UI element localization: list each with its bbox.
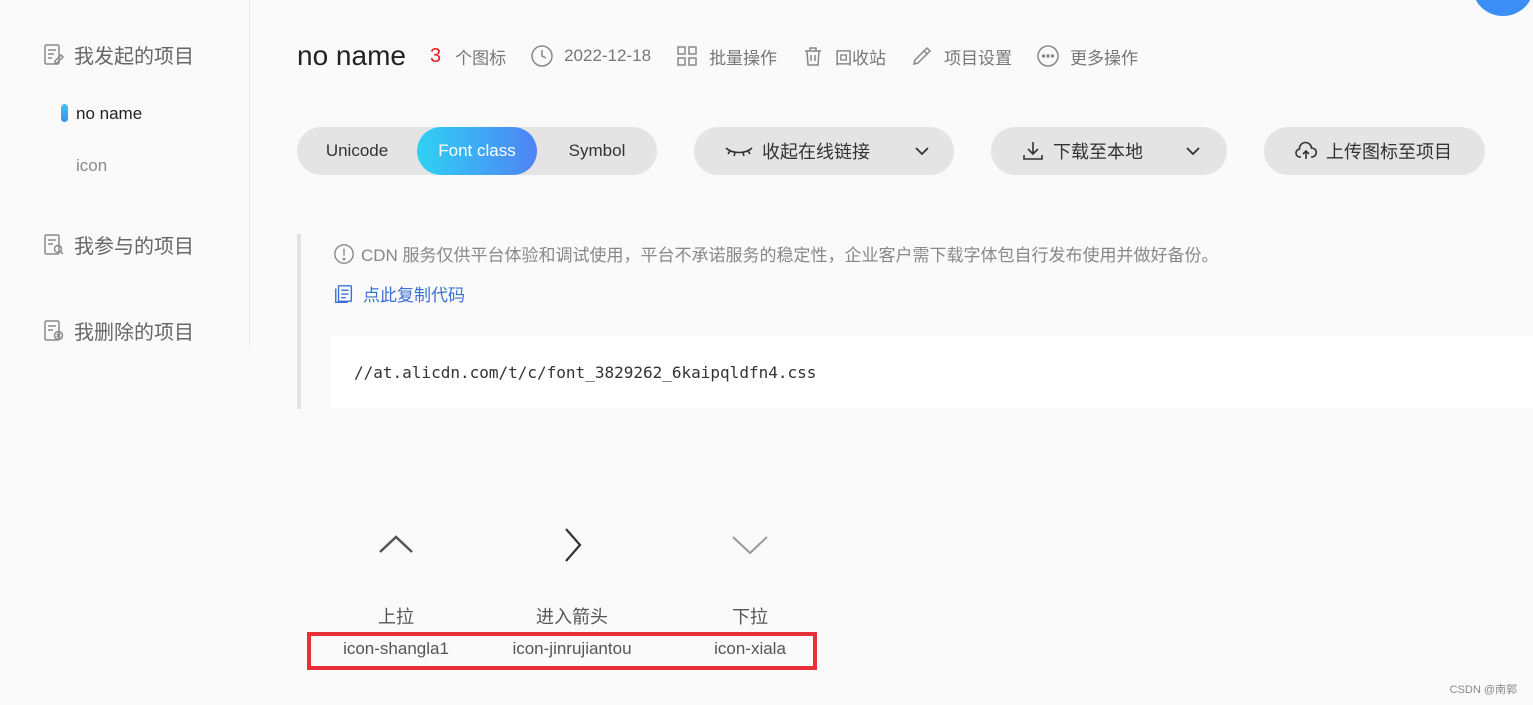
sidebar-item-label: 我发起的项目 [74,46,194,68]
download-icon [1023,142,1043,160]
tab-unicode[interactable]: Unicode [297,127,417,175]
more-icon [1037,45,1059,67]
cloud-upload-icon [1295,141,1318,159]
active-project-marker [61,104,68,122]
upload-label: 上传图标至项目 [1326,142,1452,162]
sidebar-item-label: 我参与的项目 [74,236,194,258]
project-header: no name 3 个图标 2022-12-18 批量操作 回收站 项目设置 更… [297,36,1138,76]
code-block[interactable]: //at.alicdn.com/t/c/font_3829262_6kaipql… [331,336,1533,408]
tab-font-class[interactable]: Font class [417,127,537,175]
project-settings-button[interactable]: 项目设置 [910,44,1012,69]
collapse-online-link-button[interactable]: 收起在线链接 [694,127,954,175]
trash-icon [805,47,822,66]
batch-label: 批量操作 [709,48,778,68]
sidebar-item-no-name[interactable]: no name [76,104,142,124]
icon-name: 上拉 [378,607,414,627]
batch-operation-button[interactable]: 批量操作 [675,44,777,69]
icon-glyph-wrapper [665,515,835,575]
icon-count: 3 [429,44,442,67]
sidebar-item-deleted-projects[interactable]: 我删除的项目 [42,316,194,345]
recycle-label: 回收站 [835,48,887,68]
format-tabs: Unicode Font class Symbol [297,127,657,175]
icon-name: 进入箭头 [536,607,608,627]
sidebar-item-label: 我删除的项目 [74,322,194,344]
page-title: no name [297,40,406,71]
icon-glyph-wrapper [311,515,481,575]
search-doc-icon [44,233,64,255]
more-label: 更多操作 [1070,48,1139,68]
copy-code-link[interactable]: 点此复制代码 [333,281,465,306]
icon-glyph-wrapper [487,515,657,575]
upload-icon-button[interactable]: 上传图标至项目 [1264,127,1485,175]
sidebar-item-joined-projects[interactable]: 我参与的项目 [42,230,194,259]
css-url: //at.alicdn.com/t/c/font_3829262_6kaipql… [354,363,817,382]
notice-message: CDN 服务仅供平台体验和调试使用，平台不承诺服务的稳定性，企业客户需下载字体包… [333,241,1219,266]
recycle-bin-button[interactable]: 回收站 [801,44,886,69]
copy-code-label: 点此复制代码 [363,286,465,305]
chevron-right-icon [565,528,582,562]
notice-text: CDN 服务仅供平台体验和调试使用，平台不承诺服务的稳定性，企业客户需下载字体包… [361,246,1219,265]
chevron-down-icon [915,147,929,156]
info-icon [334,243,354,264]
pencil-icon [913,46,932,66]
settings-label: 项目设置 [944,48,1013,68]
sidebar-item-icon[interactable]: icon [76,156,107,176]
created-date: 2022-12-18 [530,44,651,68]
more-operations-button[interactable]: 更多操作 [1036,44,1138,69]
cdn-notice: CDN 服务仅供平台体验和调试使用，平台不承诺服务的稳定性，企业客户需下载字体包… [297,234,1533,409]
edit-doc-icon [44,43,65,65]
sidebar: 我发起的项目 no name icon 我参与的项目 我删除的项目 [0,0,250,345]
collapse-link-label: 收起在线链接 [762,142,870,162]
chevron-down-icon [732,536,768,555]
watermark: CSDN @南郭 [1449,684,1517,696]
icon-name: 下拉 [732,607,768,627]
closed-eye-icon [725,147,753,157]
icon-count-label: 个图标 [455,48,507,68]
corner-decoration [1473,0,1533,16]
clock-icon [531,45,553,67]
sidebar-item-my-projects[interactable]: 我发起的项目 [42,40,194,69]
chevron-down-icon [1186,147,1200,156]
chevron-up-icon [379,535,413,553]
class-names-highlight-box [307,632,817,670]
copy-doc-icon [335,284,353,303]
delete-doc-icon [44,319,64,341]
tab-symbol[interactable]: Symbol [537,127,657,175]
download-label: 下载至本地 [1053,142,1143,162]
grid-icon [677,46,697,66]
download-local-button[interactable]: 下载至本地 [991,127,1227,175]
date-text: 2022-12-18 [564,46,652,65]
